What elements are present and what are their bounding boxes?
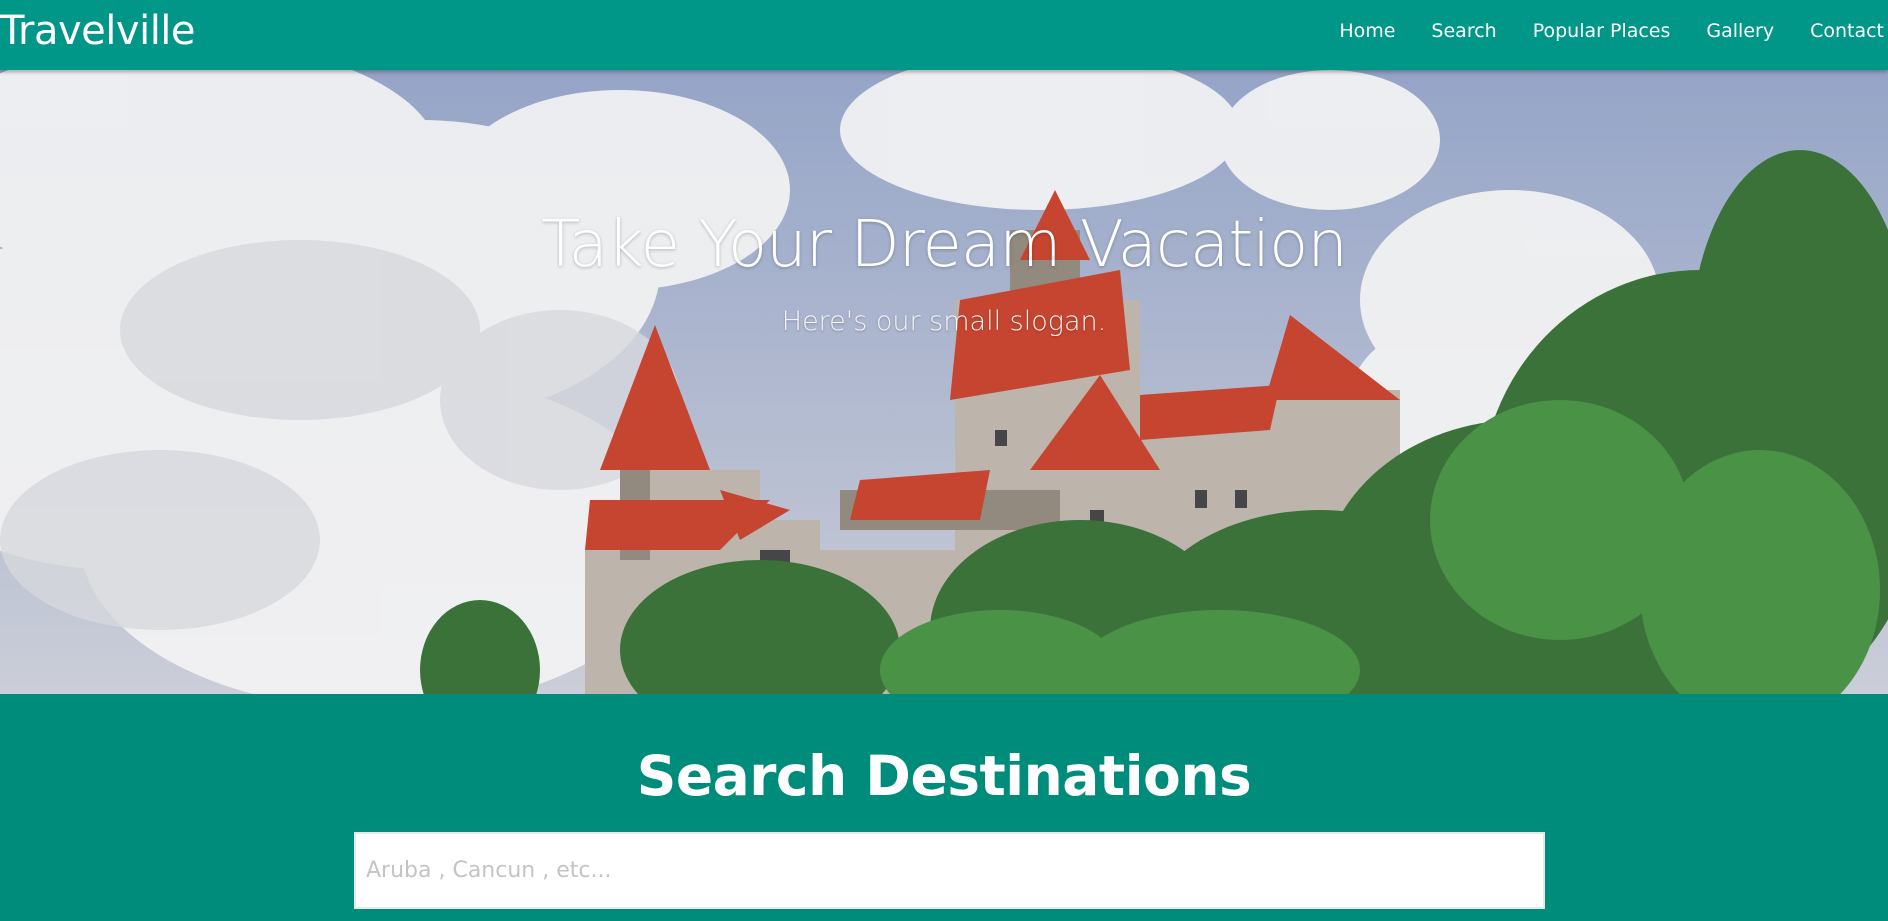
search-section: Search Destinations: [0, 694, 1888, 921]
nav-item-contact[interactable]: Contact: [1792, 18, 1888, 44]
nav-item-home[interactable]: Home: [1321, 18, 1413, 44]
hero-banner: Take Your Dream Vacation Here's our smal…: [0, 70, 1888, 694]
search-title: Search Destinations: [636, 744, 1252, 808]
hero-slogan: Here's our small slogan.: [781, 306, 1107, 337]
nav-item-popular-places[interactable]: Popular Places: [1515, 18, 1689, 44]
brand-logo[interactable]: Travelville: [0, 8, 196, 54]
nav-item-gallery[interactable]: Gallery: [1688, 18, 1792, 44]
hero-castle-image: [0, 70, 1888, 694]
hero-title: Take Your Dream Vacation: [541, 208, 1348, 282]
destination-search-input[interactable]: [354, 832, 1545, 909]
navbar: Travelville Home Search Popular Places G…: [0, 0, 1888, 70]
nav-item-search[interactable]: Search: [1413, 18, 1514, 44]
nav-menu: Home Search Popular Places Gallery Conta…: [1321, 18, 1888, 44]
